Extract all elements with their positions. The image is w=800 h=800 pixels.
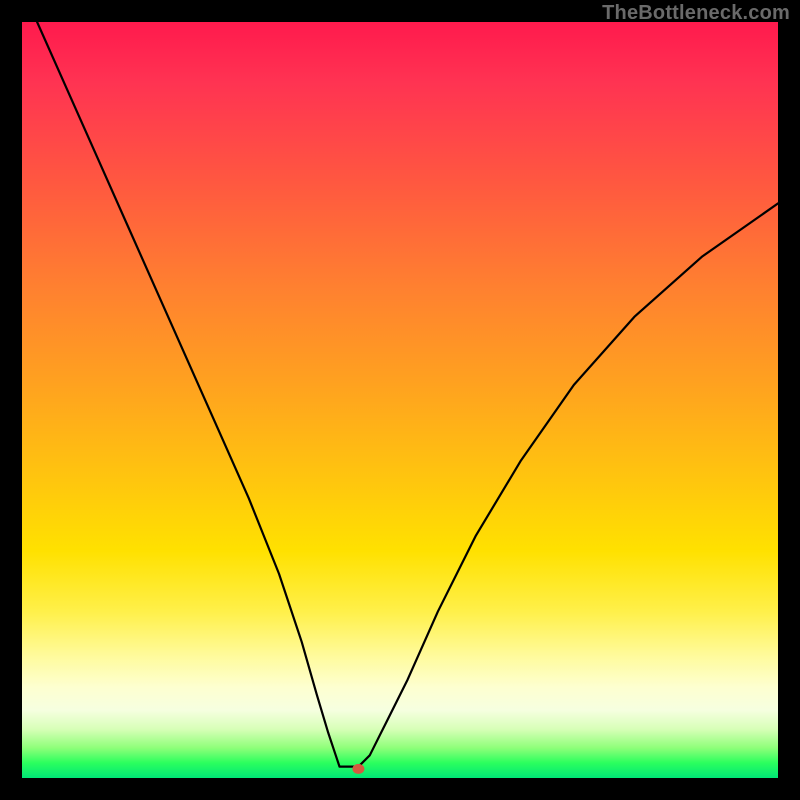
- bottleneck-curve: [37, 22, 778, 767]
- plot-area: [22, 22, 778, 778]
- chart-frame: TheBottleneck.com: [0, 0, 800, 800]
- optimum-marker: [352, 764, 364, 774]
- curve-svg: [22, 22, 778, 778]
